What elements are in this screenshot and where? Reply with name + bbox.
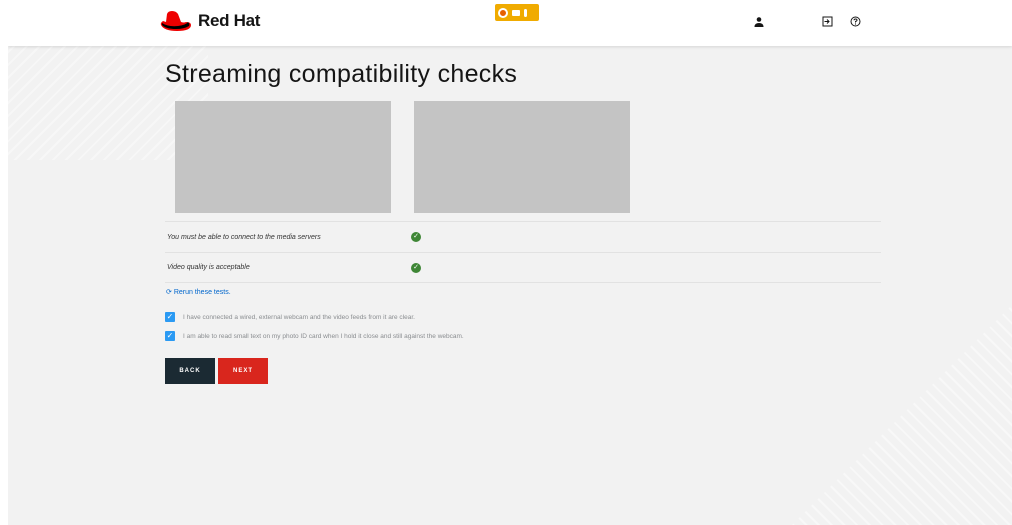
help-icon[interactable] xyxy=(848,16,862,30)
rerun-tests-link[interactable]: ⟳ Rerun these tests. xyxy=(166,288,231,296)
back-button[interactable]: BACK xyxy=(165,358,215,384)
main-content: Streaming compatibility checks You must … xyxy=(165,60,881,384)
video-preview-remote xyxy=(414,101,630,213)
acknowledgement-webcam[interactable]: ✓ I have connected a wired, external web… xyxy=(165,312,415,322)
next-button[interactable]: NEXT xyxy=(218,358,268,384)
firefox-icon xyxy=(498,7,508,18)
check-label: Video quality is acceptable xyxy=(167,264,250,271)
acknowledgement-label: I have connected a wired, external webca… xyxy=(183,313,415,321)
check-passed-icon: ✓ xyxy=(411,232,421,242)
logo[interactable]: Red Hat xyxy=(158,10,260,32)
brand-name: Red Hat xyxy=(198,11,261,30)
check-passed-icon: ✓ xyxy=(411,262,421,273)
rerun-link-label: Rerun these tests. xyxy=(173,289,231,296)
camera-icon xyxy=(512,9,520,16)
top-header: Red Hat xyxy=(8,0,1012,46)
check-row: You must be able to connect to the media… xyxy=(165,221,881,252)
page-title: Streaming compatibility checks xyxy=(165,60,518,88)
video-preview-local xyxy=(175,101,391,213)
id-card-checkbox[interactable]: ✓ xyxy=(165,331,175,341)
user-icon[interactable] xyxy=(752,16,766,30)
logout-icon[interactable] xyxy=(820,16,834,30)
check-row: Video quality is acceptable ✓ xyxy=(165,252,881,283)
webcam-checkbox[interactable]: ✓ xyxy=(165,312,175,322)
browser-sharing-indicator[interactable] xyxy=(495,4,539,21)
microphone-icon xyxy=(524,8,527,17)
acknowledgement-id-card[interactable]: ✓ I am able to read small text on my pho… xyxy=(165,331,464,341)
background-pattern xyxy=(792,305,1012,525)
check-label: You must be able to connect to the media… xyxy=(167,233,321,241)
red-hat-logo-icon xyxy=(158,10,192,32)
video-previews xyxy=(175,101,630,213)
refresh-icon: ⟳ xyxy=(166,289,172,296)
acknowledgement-label: I am able to read small text on my photo… xyxy=(183,332,464,340)
app-frame: Red Hat Streaming compatibility checks Y… xyxy=(8,0,1012,525)
